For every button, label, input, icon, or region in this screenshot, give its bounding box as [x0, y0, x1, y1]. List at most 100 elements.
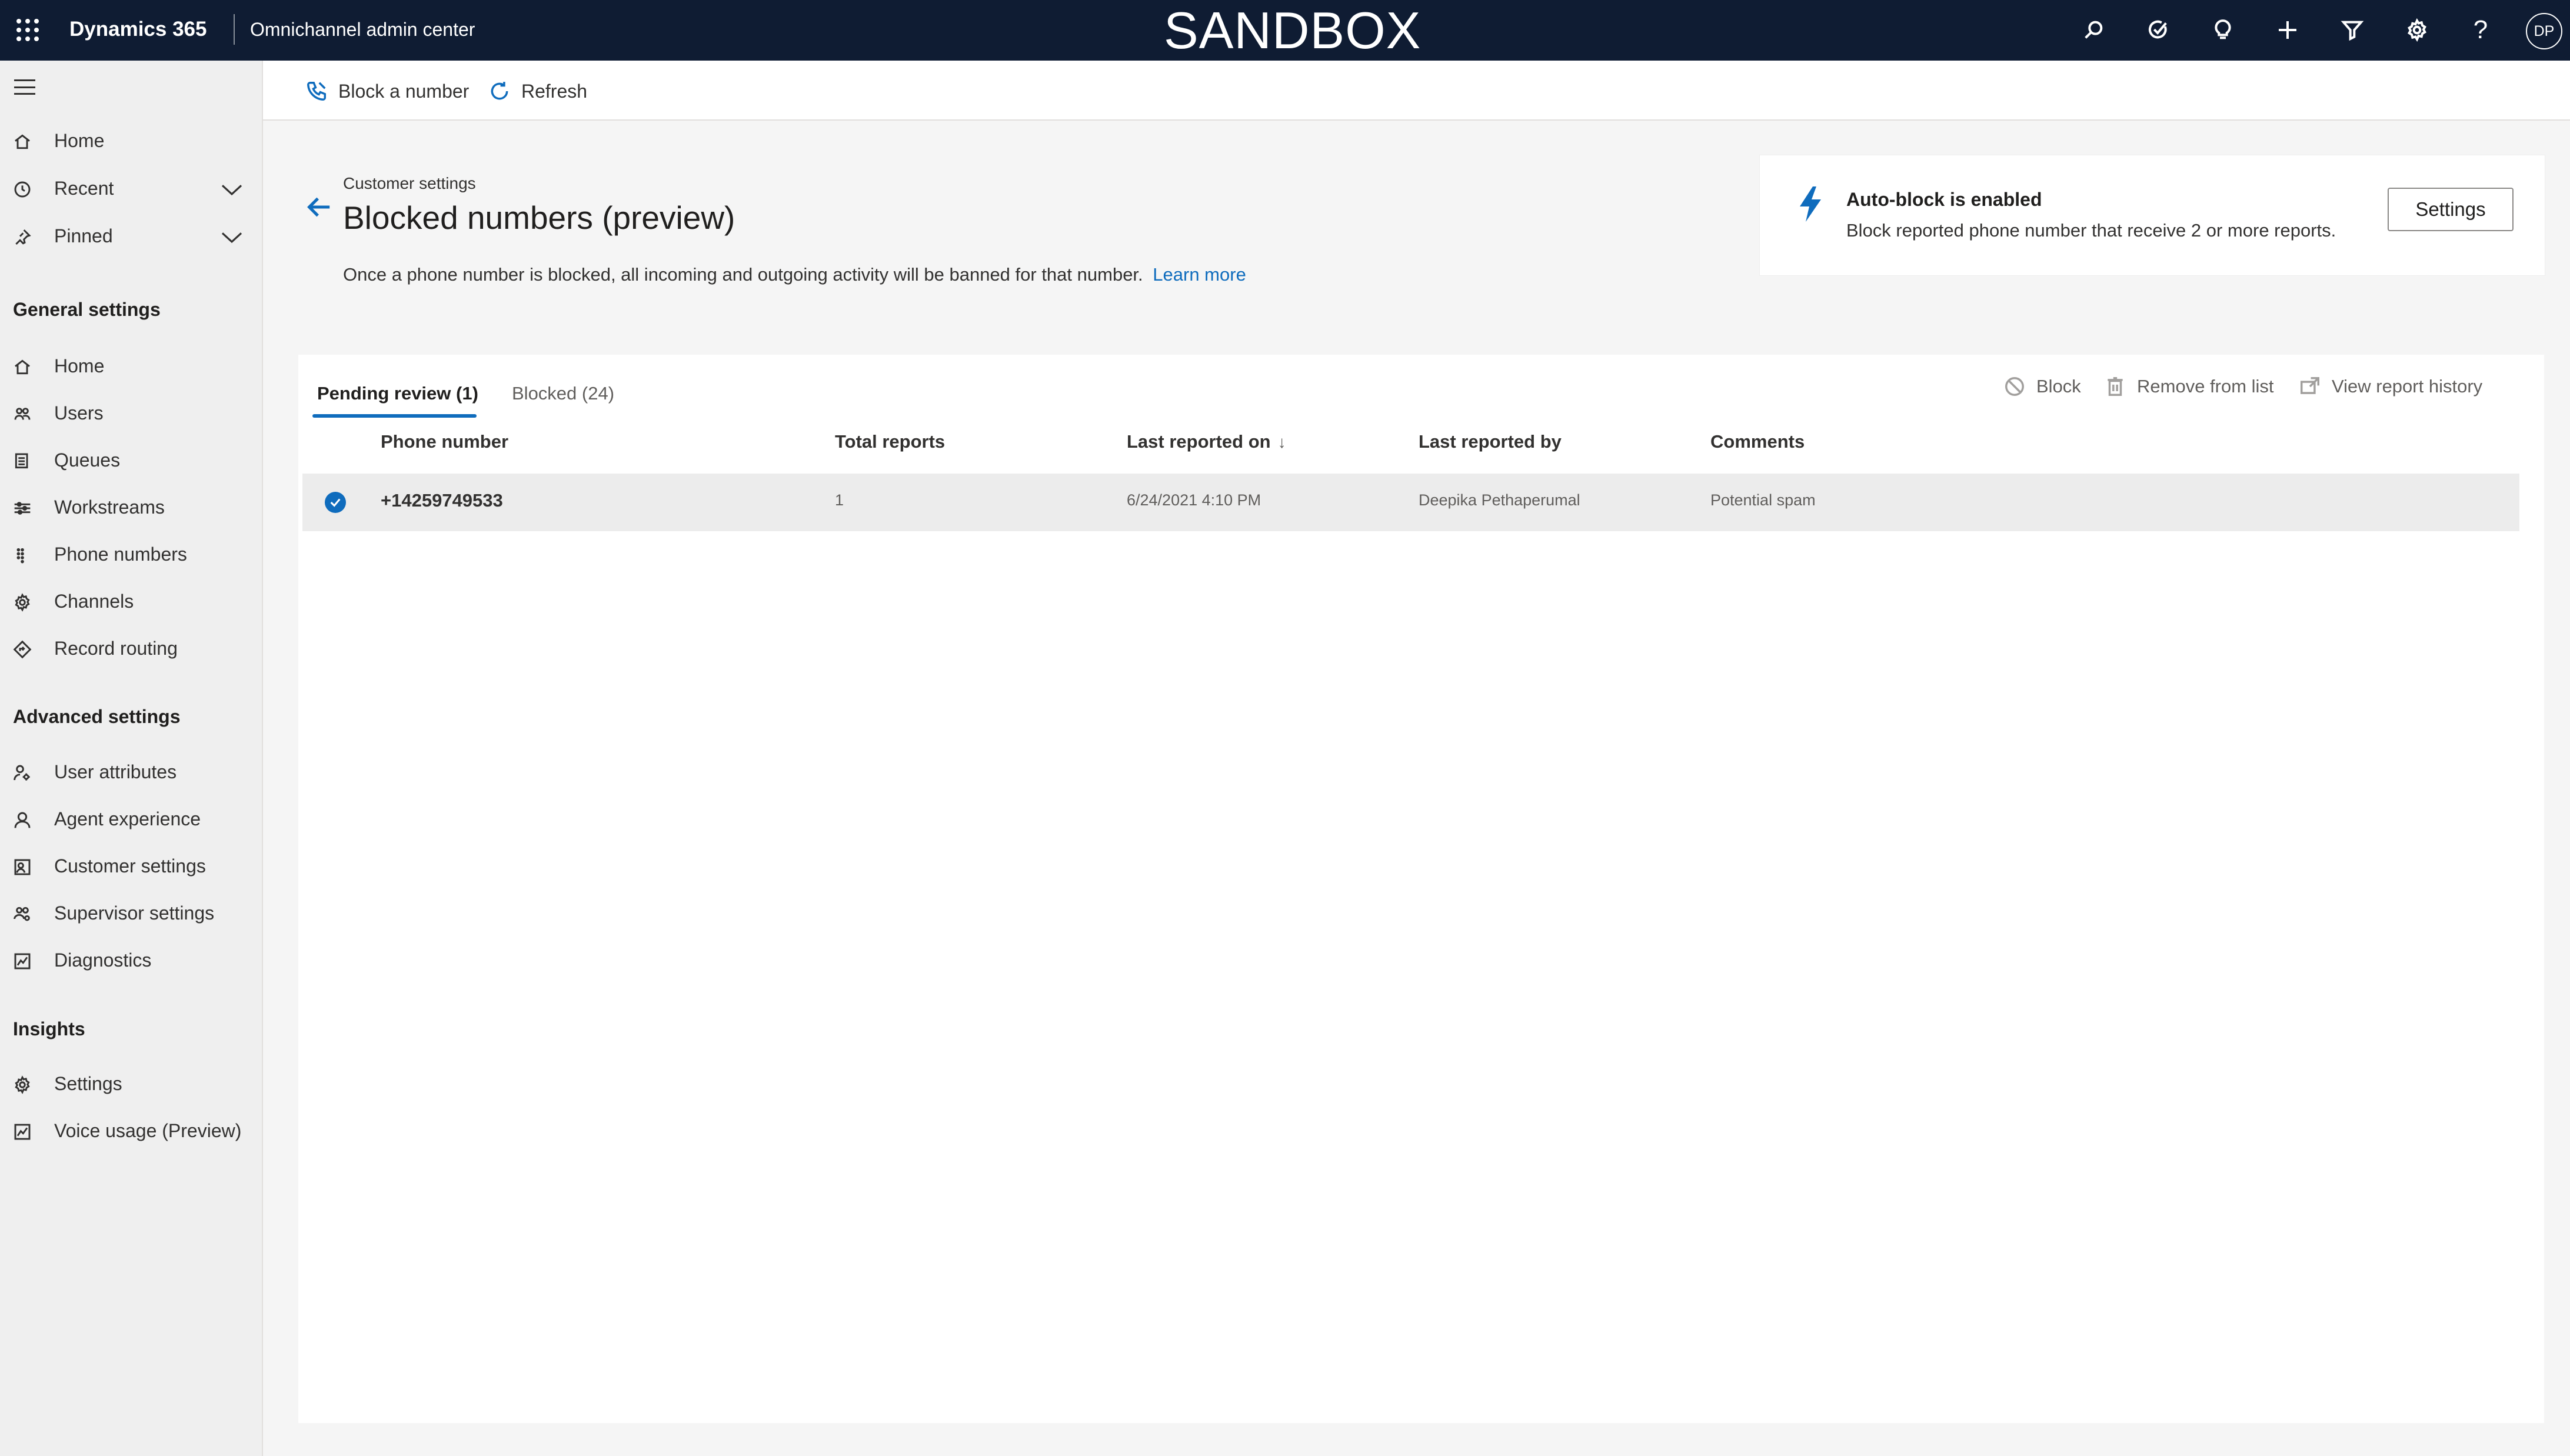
sidebar-item-label: Home	[54, 355, 105, 377]
open-external-icon	[2301, 377, 2319, 394]
sidebar-item-general-home[interactable]: Home	[0, 345, 262, 387]
page-description-text: Once a phone number is blocked, all inco…	[343, 264, 1143, 285]
tab-blocked[interactable]: Blocked (24)	[512, 376, 614, 411]
sidebar-item-supervisor-settings[interactable]: Supervisor settings	[0, 892, 262, 934]
sidebar-item-agent-experience[interactable]: Agent experience	[0, 798, 262, 840]
lightbulb-icon[interactable]	[2207, 14, 2239, 46]
active-tab-indicator	[312, 414, 477, 418]
column-header-total-reports[interactable]: Total reports	[835, 431, 945, 452]
column-header-last-reported-on[interactable]: Last reported on ↓	[1127, 431, 1286, 452]
section-heading-insights: Insights	[13, 1018, 85, 1039]
cell-total-reports: 1	[835, 491, 844, 509]
sidebar-item-label: Channels	[54, 590, 134, 612]
routing-icon	[13, 640, 32, 659]
remove-from-list-label: Remove from list	[2137, 376, 2274, 397]
phone-block-icon	[307, 82, 326, 101]
clock-icon	[13, 180, 32, 199]
brand-name[interactable]: Dynamics 365	[69, 18, 207, 41]
back-arrow-icon[interactable]	[306, 195, 332, 219]
tab-pending-review[interactable]: Pending review (1)	[317, 376, 478, 411]
app-launcher-icon[interactable]	[16, 19, 39, 41]
sidebar-item-label: Queues	[54, 449, 121, 471]
refresh-icon	[491, 82, 508, 100]
breadcrumb[interactable]: Customer settings	[343, 174, 476, 193]
sidebar-item-label: Home	[54, 129, 105, 151]
page-description: Once a phone number is blocked, all inco…	[343, 264, 1246, 285]
cell-phone-number: +14259749533	[381, 490, 503, 511]
cell-last-reported-on: 6/24/2021 4:10 PM	[1127, 491, 1261, 509]
sidebar: Home Recent Pinned General settings Home…	[0, 61, 263, 1456]
row-checkbox[interactable]	[325, 492, 346, 513]
plus-icon[interactable]	[2272, 14, 2303, 46]
lightning-icon	[1796, 185, 1825, 224]
block-number-label: Block a number	[338, 80, 470, 102]
home-icon	[13, 358, 32, 377]
sidebar-item-customer-settings[interactable]: Customer settings	[0, 845, 262, 887]
block-number-button[interactable]: Block a number	[305, 78, 469, 104]
sidebar-item-label: Supervisor settings	[54, 902, 215, 924]
column-header-phone[interactable]: Phone number	[381, 431, 508, 452]
environment-label: SANDBOX	[1164, 1, 1422, 59]
menu-toggle-icon[interactable]	[14, 79, 35, 95]
page-title: Blocked numbers (preview)	[343, 199, 735, 236]
app-name[interactable]: Omnichannel admin center	[250, 19, 475, 41]
customer-settings-icon	[13, 858, 32, 877]
cell-last-reported-by: Deepika Pethaperumal	[1419, 491, 1580, 509]
checkmark-icon	[330, 498, 341, 507]
sidebar-item-label: Pinned	[54, 225, 113, 246]
workstreams-icon	[13, 499, 32, 518]
block-icon	[2005, 377, 2024, 396]
pin-icon	[13, 228, 32, 246]
sidebar-item-label: Voice usage (Preview)	[54, 1120, 242, 1141]
sidebar-item-home[interactable]: Home	[0, 119, 262, 162]
sidebar-item-user-attributes[interactable]: User attributes	[0, 751, 262, 793]
chevron-down-icon[interactable]	[220, 228, 244, 246]
remove-from-list-button[interactable]: Remove from list	[2104, 371, 2274, 402]
sidebar-item-workstreams[interactable]: Workstreams	[0, 486, 262, 528]
help-icon[interactable]: ?	[2465, 14, 2496, 46]
agent-icon	[13, 811, 32, 829]
sidebar-item-queues[interactable]: Queues	[0, 439, 262, 481]
task-icon[interactable]	[2142, 14, 2174, 46]
gear-icon[interactable]	[2401, 14, 2433, 46]
channels-icon	[13, 593, 32, 612]
table-row[interactable]: +14259749533 1 6/24/2021 4:10 PM Deepika…	[302, 474, 2519, 531]
sidebar-item-diagnostics[interactable]: Diagnostics	[0, 939, 262, 981]
filter-icon[interactable]	[2336, 14, 2368, 46]
sidebar-item-pinned[interactable]: Pinned	[0, 215, 262, 257]
view-report-history-button[interactable]: View report history	[2299, 371, 2482, 402]
blocked-numbers-panel: Pending review (1) Blocked (24) Block Re…	[298, 355, 2544, 1423]
column-header-last-reported-by[interactable]: Last reported by	[1419, 431, 1562, 452]
column-header-comments[interactable]: Comments	[1710, 431, 1805, 452]
sidebar-item-recent[interactable]: Recent	[0, 167, 262, 209]
sidebar-item-voice-usage[interactable]: Voice usage (Preview)	[0, 1110, 262, 1152]
supervisor-icon	[13, 905, 32, 924]
avatar[interactable]: DP	[2526, 13, 2562, 49]
search-icon[interactable]	[2078, 14, 2109, 46]
refresh-button[interactable]: Refresh	[488, 78, 587, 104]
chevron-down-icon[interactable]	[220, 180, 244, 199]
sidebar-item-record-routing[interactable]: Record routing	[0, 627, 262, 669]
user-attributes-icon	[13, 764, 32, 782]
sort-descending-icon: ↓	[1277, 433, 1286, 451]
view-report-history-label: View report history	[2332, 376, 2483, 397]
autoblock-card: Auto-block is enabled Block reported pho…	[1759, 155, 2545, 276]
brand-divider	[234, 14, 235, 45]
learn-more-link[interactable]: Learn more	[1153, 264, 1246, 285]
sidebar-item-users[interactable]: Users	[0, 392, 262, 434]
home-icon	[13, 132, 32, 151]
sidebar-item-label: Record routing	[54, 637, 178, 659]
sidebar-item-insights-settings[interactable]: Settings	[0, 1062, 262, 1105]
queues-icon	[13, 452, 32, 471]
gear-icon	[13, 1075, 32, 1094]
autoblock-description: Block reported phone number that receive…	[1846, 220, 2336, 241]
dialpad-icon	[13, 546, 32, 565]
column-header-label: Last reported on	[1127, 431, 1271, 452]
sidebar-item-label: Recent	[54, 177, 114, 199]
block-button[interactable]: Block	[2003, 371, 2081, 402]
sidebar-item-label: Diagnostics	[54, 949, 152, 971]
sidebar-item-channels[interactable]: Channels	[0, 580, 262, 622]
refresh-label: Refresh	[521, 80, 588, 102]
settings-button[interactable]: Settings	[2388, 188, 2514, 231]
sidebar-item-phone-numbers[interactable]: Phone numbers	[0, 533, 262, 575]
